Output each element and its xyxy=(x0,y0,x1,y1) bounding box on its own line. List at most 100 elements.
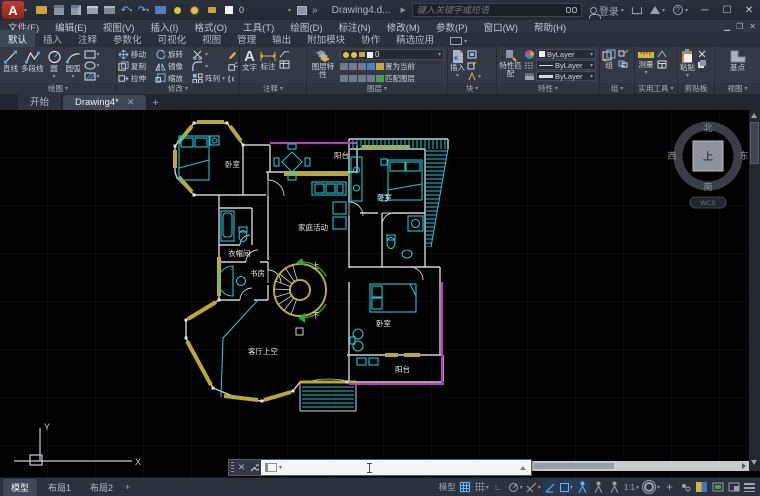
app-store-caret[interactable]: ▾ xyxy=(662,7,665,14)
annotation-scale-button[interactable]: 1:1▾ xyxy=(623,480,640,494)
help-search-box[interactable] xyxy=(412,3,582,17)
publish-icon[interactable] xyxy=(154,4,167,16)
app-menu-caret[interactable]: ▾ xyxy=(24,7,27,14)
panel-label-layers[interactable]: 图层▾ xyxy=(307,83,447,94)
ribbon-tab-annotate[interactable]: 注释 xyxy=(70,30,105,47)
viewcube-west[interactable]: 西 xyxy=(667,151,676,161)
command-line-grip[interactable]: ✕ xyxy=(229,460,261,475)
copy-clip-icon[interactable] xyxy=(697,60,707,69)
group-edit-icon[interactable] xyxy=(618,60,628,68)
grip-dots-icon[interactable] xyxy=(231,462,234,473)
file-tab-close-icon[interactable]: ✕ xyxy=(127,97,135,108)
arc-caret[interactable]: ▾ xyxy=(71,73,74,81)
ribbon-tab-manage[interactable]: 管理 xyxy=(229,30,264,47)
tool-fillet-icon[interactable]: ▾ xyxy=(192,61,226,72)
edit-block-icon[interactable] xyxy=(467,61,481,70)
command-input[interactable]: ▾ xyxy=(261,460,531,475)
set-current-label[interactable]: 置为当前 xyxy=(385,61,415,72)
doc-minimize-button[interactable]: ▁ xyxy=(724,22,730,31)
drawing-canvas[interactable]: 卧室 阳台 衣帽间 家庭活动 卧室 书房 上 下 客厅上空 卧室 阳台 上 北 … xyxy=(0,110,760,477)
panel-label-clipboard[interactable]: 剪贴板 xyxy=(678,83,714,94)
ribbon-tab-parametric[interactable]: 参数化 xyxy=(105,30,150,47)
layer-isolate-icon[interactable] xyxy=(349,63,357,70)
layer-thaw-icon[interactable] xyxy=(349,75,357,82)
circle-caret[interactable]: ▾ xyxy=(52,73,55,81)
tool-hatch-icon[interactable]: ▾ xyxy=(84,72,100,81)
layout-tab-model[interactable]: 模型 xyxy=(3,479,37,496)
user-icon[interactable] xyxy=(590,7,597,14)
tool-table-icon[interactable] xyxy=(279,60,290,69)
command-expand-icon[interactable] xyxy=(520,466,526,470)
ortho-toggle[interactable]: ∟ xyxy=(491,480,506,494)
file-tab-start[interactable]: 开始 xyxy=(18,92,61,110)
ribbon-tab-home[interactable]: 默认 xyxy=(0,30,35,47)
quick-calc-icon[interactable] xyxy=(657,60,667,69)
horizontal-scrollbar[interactable] xyxy=(532,461,749,471)
window-maximize-button[interactable]: ☐ xyxy=(716,1,738,19)
horizontal-scroll-thumb[interactable] xyxy=(534,463,614,469)
ribbon-display-caret[interactable]: ▾ xyxy=(464,38,467,45)
menu-window[interactable]: 窗口(W) xyxy=(476,20,526,34)
paste-button[interactable]: 粘贴 ▾ xyxy=(679,48,696,83)
open-icon[interactable] xyxy=(35,4,48,16)
ribbon-tab-visualize[interactable]: 可视化 xyxy=(150,30,195,47)
app-logo[interactable]: A xyxy=(2,1,24,19)
search-expand-icon[interactable]: ▶ xyxy=(401,6,406,14)
lineweight-select[interactable]: ByLayer ▾ xyxy=(536,71,596,81)
command-caret[interactable]: ▾ xyxy=(279,464,282,471)
measure-button[interactable]: 测量 ▾ xyxy=(636,48,656,83)
layer-unlock-icon[interactable] xyxy=(205,4,218,16)
layer-sun-icon[interactable] xyxy=(351,52,357,58)
grid-toggle[interactable] xyxy=(458,480,473,494)
vertical-scroll-thumb[interactable] xyxy=(750,122,759,164)
help-caret[interactable]: ▾ xyxy=(685,7,688,14)
annotation-autoscale-toggle[interactable] xyxy=(591,480,606,494)
layer-unlock2-icon[interactable] xyxy=(358,75,366,82)
dynamic-input-toggle[interactable] xyxy=(543,480,558,494)
viewcube-east[interactable]: 东 xyxy=(739,150,748,161)
tool-copy[interactable]: 复制 xyxy=(118,61,155,72)
object-snap-toggle[interactable]: ▾ xyxy=(559,480,574,494)
command-line-palette[interactable]: ✕ ▾ xyxy=(228,459,532,476)
tool-leader-icon[interactable] xyxy=(279,50,290,58)
redo-icon[interactable]: ↷▾ xyxy=(137,4,150,16)
layer-bulb-icon[interactable] xyxy=(343,52,349,58)
tool-circle[interactable]: 圆 ▾ xyxy=(45,48,64,83)
tool-arc[interactable]: 圆弧 ▾ xyxy=(64,48,83,83)
match-layer-icon[interactable] xyxy=(376,75,384,82)
panel-label-utilities[interactable]: 实用工具▾ xyxy=(635,83,677,94)
layer-lock2-icon[interactable] xyxy=(367,63,375,70)
linetype-icon[interactable] xyxy=(525,62,534,69)
window-close-button[interactable]: ✕ xyxy=(738,1,760,19)
save-icon[interactable] xyxy=(52,4,65,16)
customization-menu-button[interactable] xyxy=(742,480,757,494)
match-properties-button[interactable]: 特性匹配 xyxy=(498,48,523,83)
snap-toggle[interactable]: ▾ xyxy=(474,480,490,494)
vertical-scrollbar[interactable] xyxy=(749,110,760,471)
fullscreen-button[interactable] xyxy=(726,480,741,494)
linetype-select[interactable]: ByLayer ▾ xyxy=(536,60,596,70)
annotation-monitor-toggle[interactable]: + xyxy=(662,480,677,494)
object-snap-tracking-toggle[interactable]: ▾ xyxy=(525,480,542,494)
doc-close-button[interactable]: ✕ xyxy=(749,22,756,31)
command-close-icon[interactable]: ✕ xyxy=(238,462,246,473)
tool-rectangle-icon[interactable]: ▾ xyxy=(84,50,100,59)
layer-on-bulb-icon[interactable] xyxy=(171,4,184,16)
store-cart-icon[interactable] xyxy=(632,7,643,14)
autodesk-app-icon[interactable] xyxy=(650,6,660,14)
qat-more-icon[interactable]: » xyxy=(312,5,318,16)
set-current-icon[interactable] xyxy=(376,63,384,70)
tool-move[interactable]: 移动 xyxy=(118,49,155,60)
layer-properties-button[interactable]: 图层特性 xyxy=(308,48,338,83)
ungroup-icon[interactable] xyxy=(618,50,628,58)
tool-erase-icon[interactable] xyxy=(227,50,238,60)
isolate-objects-button[interactable] xyxy=(678,480,693,494)
match-layer-label[interactable]: 匹配图层 xyxy=(385,73,415,83)
cut-icon[interactable] xyxy=(697,50,707,58)
tool-scale[interactable]: 缩放 xyxy=(155,73,192,84)
sign-in-caret[interactable]: ▾ xyxy=(621,7,624,14)
tool-text[interactable]: A 文字 xyxy=(241,48,258,83)
ribbon-tab-view[interactable]: 视图 xyxy=(194,30,229,47)
viewcube-south[interactable]: 南 xyxy=(703,181,712,192)
layer-sun-icon[interactable] xyxy=(188,4,201,16)
